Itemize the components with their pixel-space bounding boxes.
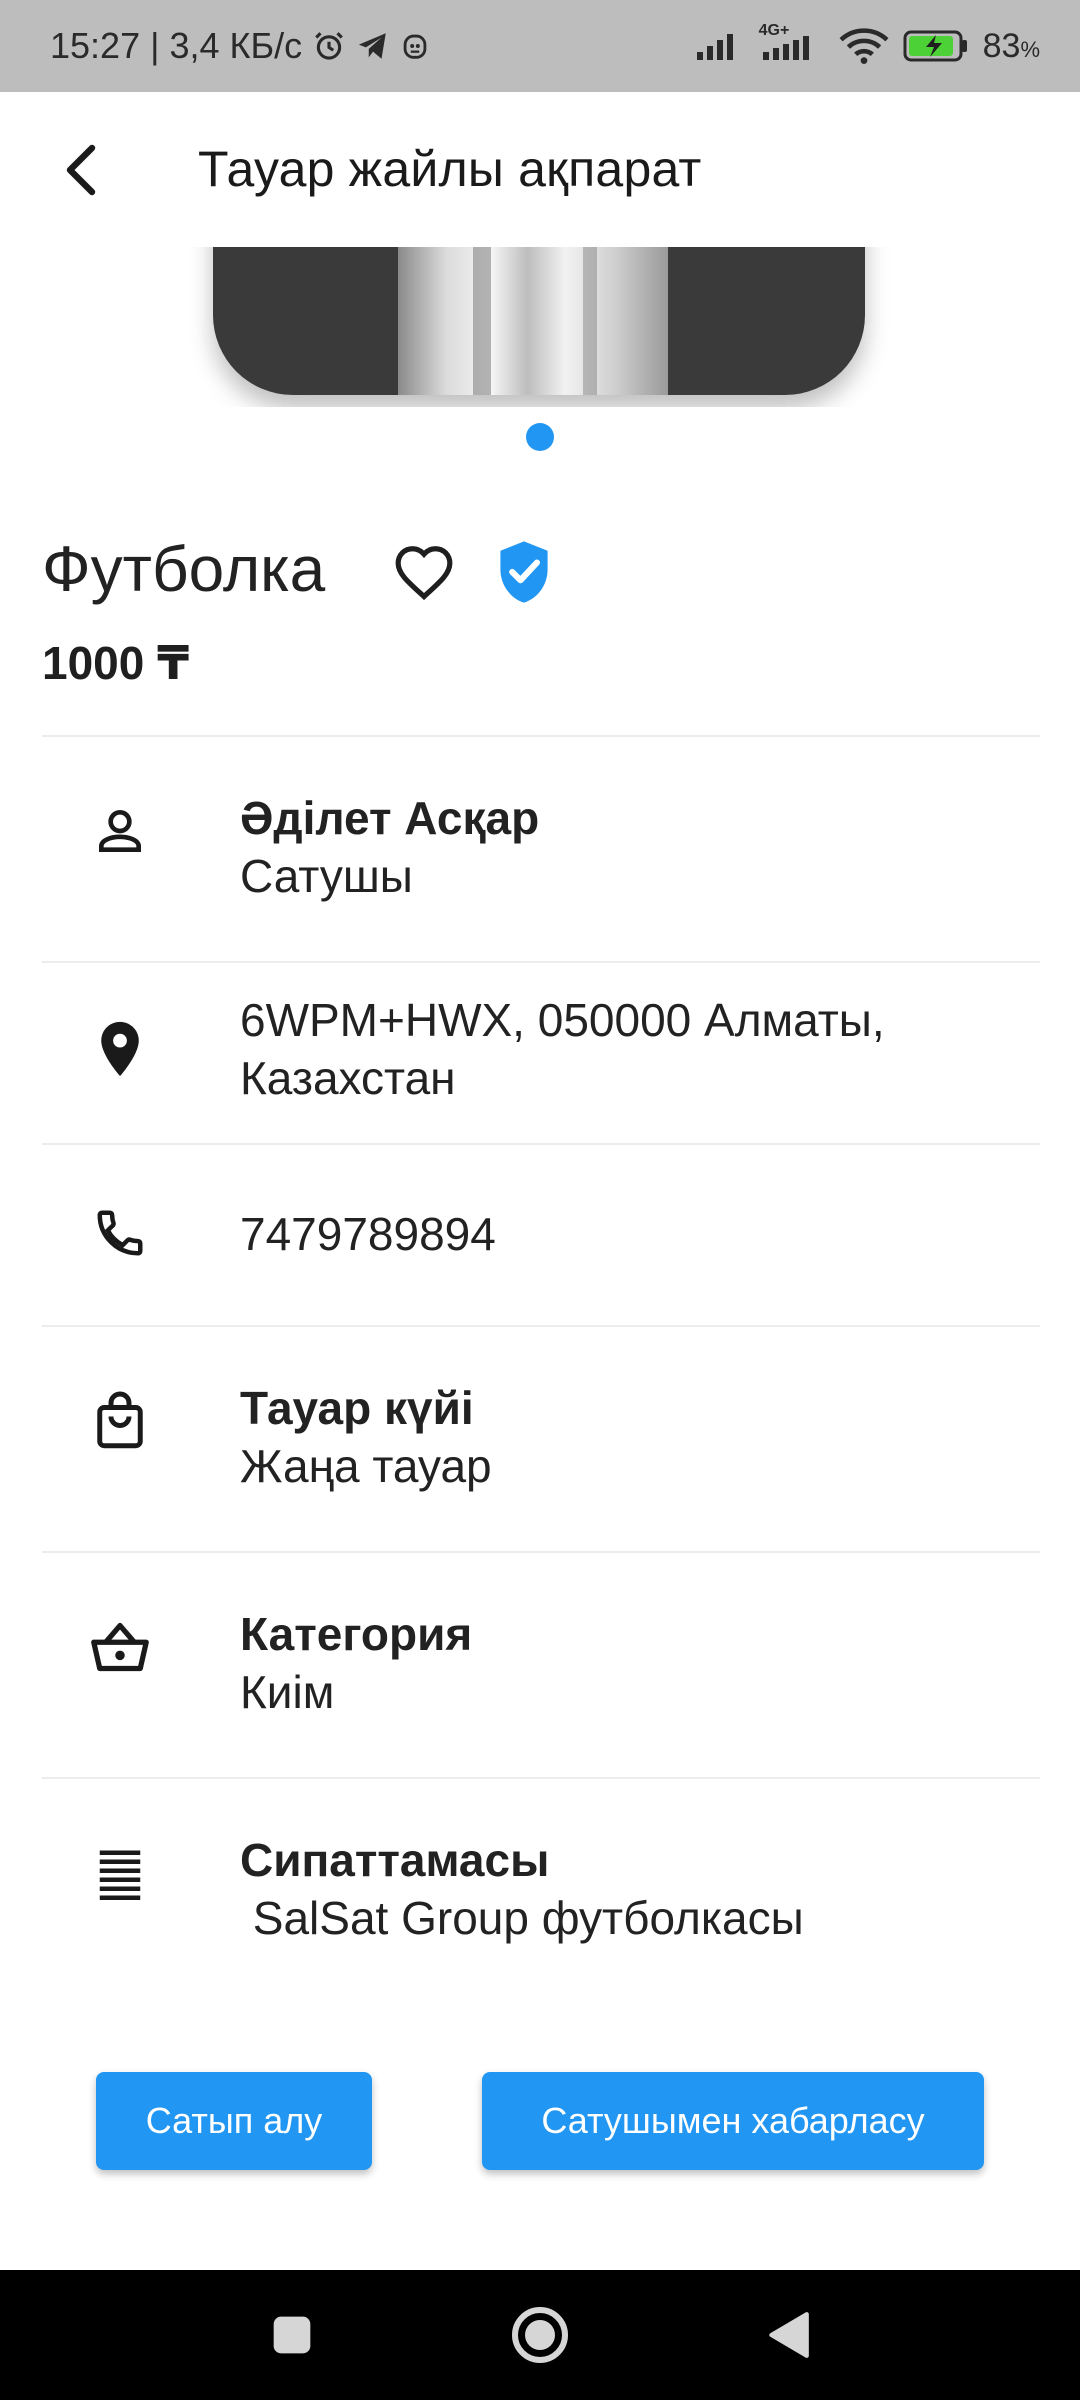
condition-value: Жаңа тауар	[240, 1440, 492, 1492]
app-bar: Тауар жайлы ақпарат	[0, 92, 1080, 247]
verified-shield-icon	[488, 536, 560, 608]
recents-button[interactable]	[262, 2305, 322, 2365]
network-type-label: 4G+	[758, 22, 790, 39]
product-price: 1000 ₸	[42, 637, 190, 689]
condition-label: Тауар күйі	[240, 1382, 474, 1434]
signal-icon	[695, 30, 745, 62]
status-right: 4G+ 83%	[695, 22, 1040, 66]
seller-role: Сатушы	[240, 850, 413, 902]
description-row: Сипаттамасы SalSat Group футболкасы	[42, 1779, 1040, 1979]
seller-name: Әділет Асқар	[240, 792, 540, 844]
home-circle-icon	[512, 2307, 568, 2363]
address-line-1: 6WPM+HWX, 050000 Алматы,	[240, 994, 885, 1046]
back-button[interactable]	[48, 134, 120, 206]
product-title: Футболка	[42, 533, 326, 605]
condition-row: Тауар күйі Жаңа тауар	[42, 1327, 1040, 1551]
product-image	[213, 247, 865, 395]
phone-icon	[84, 1197, 156, 1269]
heart-outline-icon	[395, 546, 453, 601]
system-navigation-bar	[0, 2270, 1080, 2400]
basket-icon	[84, 1611, 156, 1683]
status-time: 15:27	[50, 25, 141, 66]
category-value: Киім	[240, 1666, 335, 1718]
seller-row[interactable]: Әділет Асқар Сатушы	[42, 737, 1040, 961]
contact-seller-button[interactable]: Сатушымен хабарласу	[482, 2072, 984, 2170]
location-pin-icon	[84, 1013, 156, 1085]
address-line-2: Казахстан	[240, 1052, 456, 1104]
home-button[interactable]	[510, 2305, 570, 2365]
address-row[interactable]: 6WPM+HWX, 050000 Алматы, Казахстан	[42, 963, 1040, 1143]
recents-square-icon	[273, 2316, 311, 2354]
status-network-speed: | 3,4 КБ/с	[150, 25, 303, 66]
battery-charging-icon	[903, 29, 969, 63]
carousel-page-indicator[interactable]	[526, 423, 554, 451]
signal-4g-icon: 4G+	[759, 22, 825, 62]
status-left: 15:27 | 3,4 КБ/с	[50, 25, 430, 67]
back-nav-button[interactable]	[758, 2305, 818, 2365]
product-details-list: Әділет Асқар Сатушы 6WPM+HWX, 050000 Алм…	[42, 735, 1040, 1979]
page-title: Тауар жайлы ақпарат	[198, 141, 702, 197]
buy-button[interactable]: Сатып алу	[96, 2072, 372, 2170]
tshirt-image	[398, 247, 668, 395]
telegram-icon	[356, 29, 390, 63]
category-label: Категория	[240, 1608, 473, 1660]
status-bar: 15:27 | 3,4 КБ/с 4G+ 83%	[0, 0, 1080, 92]
phone-number[interactable]: 7479789894	[240, 1205, 1040, 1263]
battery-level: 83%	[983, 27, 1040, 66]
image-fold-shadow	[473, 247, 491, 395]
description-label: Сипаттамасы	[240, 1834, 550, 1886]
app-notification-icon	[400, 29, 430, 63]
arrow-back-icon	[66, 144, 96, 196]
wifi-icon	[839, 27, 889, 65]
person-icon	[84, 795, 156, 867]
category-row: Категория Киім	[42, 1553, 1040, 1777]
notes-icon	[84, 1837, 156, 1909]
description-value: SalSat Group футболкасы	[240, 1892, 804, 1944]
back-triangle-icon	[769, 2312, 809, 2358]
battery-unit: %	[1020, 36, 1040, 62]
image-fold-shadow	[583, 247, 597, 395]
favorite-button[interactable]	[388, 536, 460, 608]
phone-row[interactable]: 7479789894	[42, 1145, 1040, 1325]
battery-percent: 83	[982, 26, 1021, 65]
shopping-bag-icon	[84, 1385, 156, 1457]
product-image-carousel[interactable]	[0, 247, 1080, 407]
alarm-icon	[312, 29, 346, 63]
